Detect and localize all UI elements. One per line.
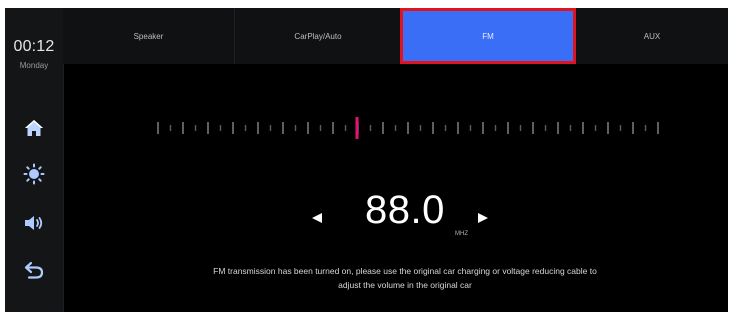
fm-transmission-message: FM transmission has been turned on, plea…	[115, 264, 695, 292]
tab-fm[interactable]: FM	[400, 8, 576, 64]
frequency-value: 88.0	[365, 188, 445, 232]
arrow-left-icon[interactable]	[307, 208, 327, 228]
arrow-right-icon[interactable]	[473, 208, 493, 228]
clock-time: 00:12	[13, 38, 55, 55]
sidebar: 00:12 Monday	[5, 8, 64, 312]
message-line-2: adjust the volume in the original car	[338, 280, 472, 290]
back-icon[interactable]	[22, 258, 46, 282]
tab-fm-label: FM	[482, 31, 494, 41]
tab-carplay-auto[interactable]: CarPlay/Auto	[235, 8, 402, 64]
tab-aux[interactable]: AUX	[576, 8, 728, 64]
message-line-1: FM transmission has been turned on, plea…	[213, 266, 597, 276]
brightness-icon[interactable]	[22, 162, 46, 186]
tab-speaker[interactable]: Speaker	[63, 8, 235, 64]
tab-carplay-auto-label: CarPlay/Auto	[294, 31, 342, 41]
tab-bar: Speaker CarPlay/Auto FM AUX	[63, 8, 728, 64]
home-icon[interactable]	[22, 116, 46, 140]
tab-speaker-label: Speaker	[133, 31, 164, 41]
frequency-control: 88.0 MHZ	[295, 186, 515, 246]
frequency-marker	[355, 117, 359, 139]
frequency-unit: MHZ	[455, 231, 468, 237]
fm-transmitter-screen: 00:12 Monday Speaker CarPlay/Auto FM AUX…	[5, 8, 728, 312]
tab-aux-label: AUX	[643, 31, 661, 41]
frequency-dial[interactable]	[150, 116, 660, 140]
volume-icon[interactable]	[22, 211, 46, 235]
clock-day: Monday	[19, 61, 49, 70]
